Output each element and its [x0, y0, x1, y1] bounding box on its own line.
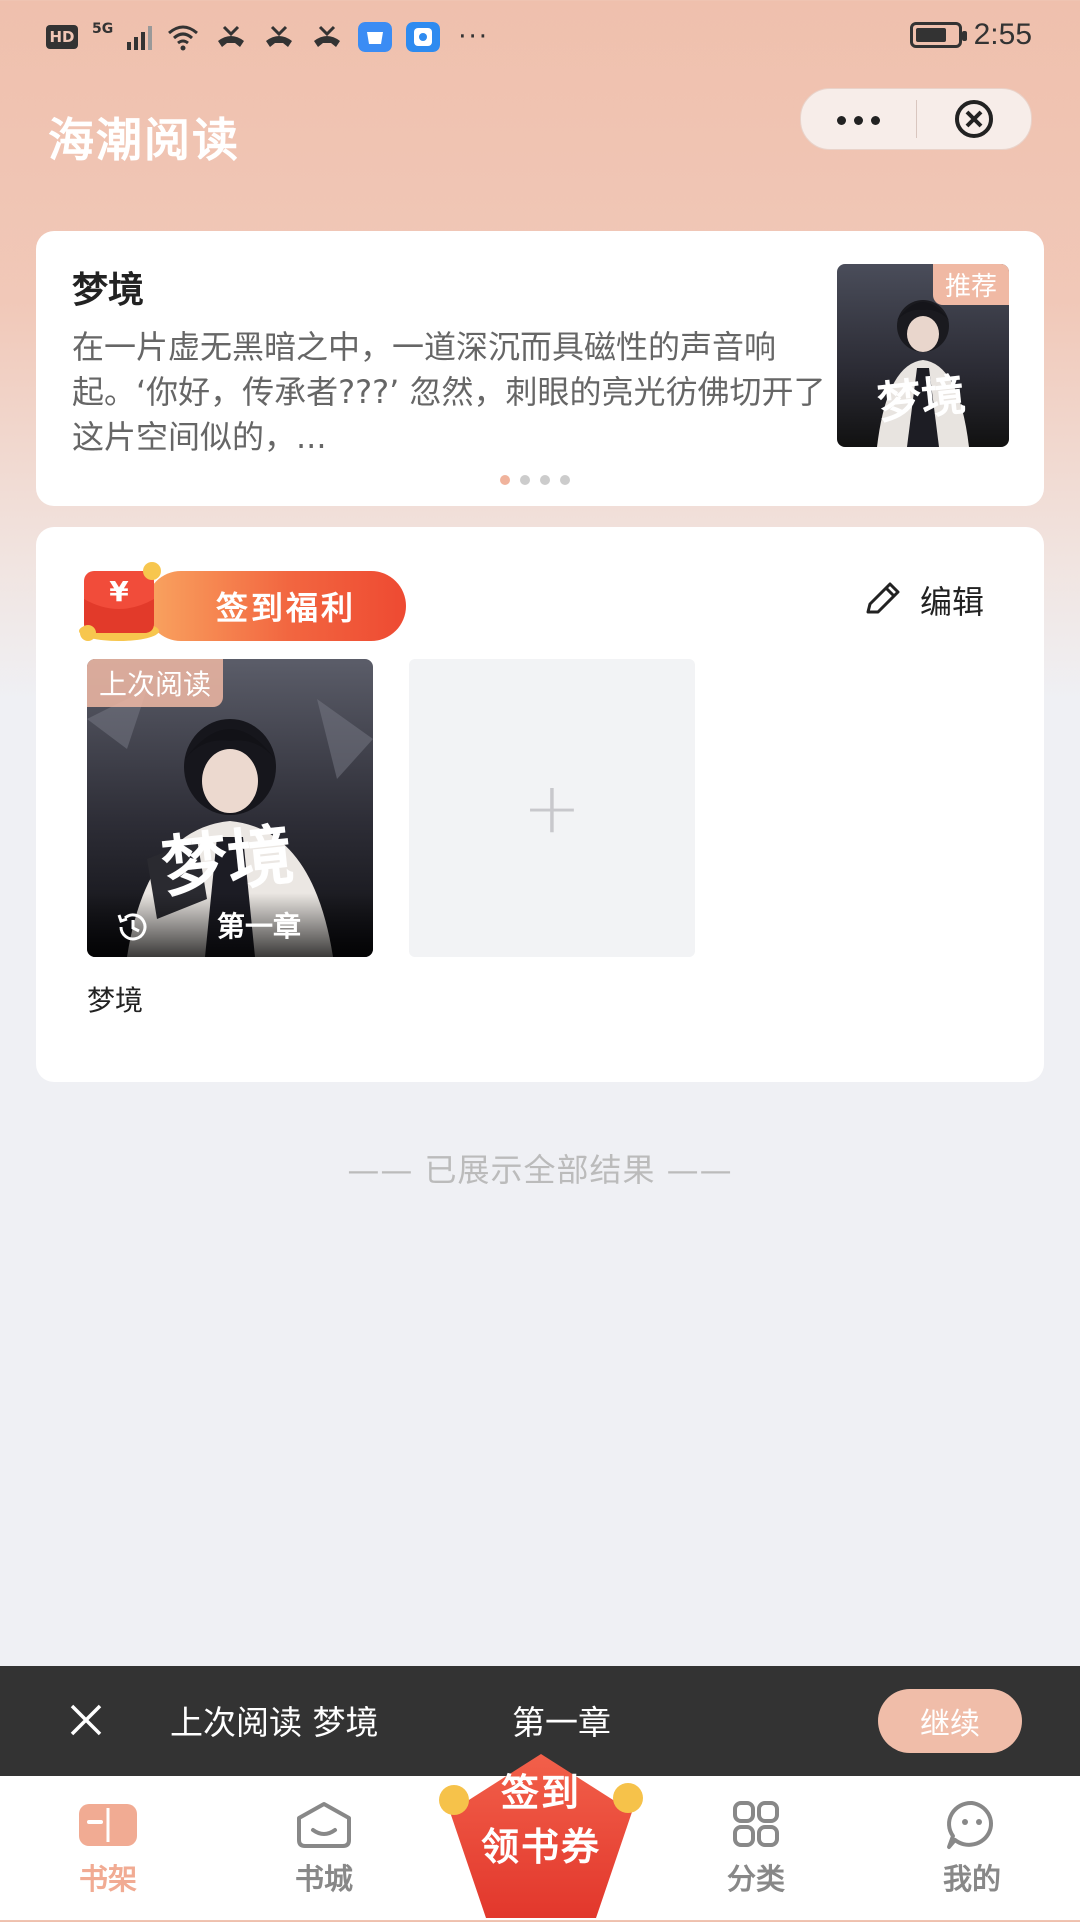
bookshelf-card: ¥ 签到福利 编辑 梦境 上次阅读 第一章 梦境 + — [36, 527, 1044, 1082]
tab-label: 分类 — [726, 1862, 785, 1896]
bookshelf-icon — [79, 1804, 137, 1846]
plus-icon: + — [522, 767, 582, 849]
signal-strength-icon — [127, 24, 153, 50]
tab-profile[interactable]: 我的 — [912, 1800, 1032, 1898]
recommend-title: 梦境 — [72, 270, 145, 311]
add-book-button[interactable]: + — [409, 659, 695, 957]
category-grid-icon — [733, 1801, 779, 1847]
status-icons-left: HD 5G ··· — [46, 21, 490, 52]
signin-welfare-button[interactable]: ¥ 签到福利 — [76, 561, 406, 641]
red-envelope-icon: ¥ — [79, 562, 161, 641]
recommend-badge: 推荐 — [932, 264, 1009, 305]
app-store-icon — [358, 22, 393, 52]
tab-label: 书架 — [78, 1862, 137, 1896]
missed-call-icon — [266, 25, 293, 47]
recommend-card[interactable]: 梦境 在一片虚无黑暗之中，一道深沉而具磁性的声音响起。‘你好，传承者???’ 忽… — [36, 231, 1044, 506]
app-title: 海潮阅读 — [48, 113, 240, 167]
tab-label: 书城 — [294, 1862, 353, 1896]
mini-program-capsule — [800, 88, 1032, 150]
continue-reading-chapter: 第一章 — [512, 1703, 611, 1742]
more-notifications-icon: ··· — [458, 22, 490, 52]
status-bar: HD 5G ··· 2:55 — [0, 0, 1080, 80]
continue-reading-title: 上次阅读 梦境 — [170, 1703, 379, 1742]
more-dots-icon — [833, 110, 884, 129]
close-circle-icon — [954, 100, 993, 138]
chapter-overlay: 第一章 — [87, 893, 373, 957]
promo-line-2: 领书券 — [480, 1825, 601, 1869]
pencil-icon — [866, 582, 900, 614]
signin-coupon-promo[interactable]: 签到 领书券 — [436, 1752, 646, 1922]
pager-dot — [560, 475, 570, 485]
recommend-description: 在一片虚无黑暗之中，一道深沉而具磁性的声音响起。‘你好，传承者???’ 忽然，刺… — [72, 328, 826, 456]
book-item[interactable]: 梦境 上次阅读 第一章 — [87, 659, 373, 957]
carousel-pager — [500, 475, 570, 485]
network-type: 5G — [92, 21, 114, 37]
security-app-icon — [406, 22, 441, 52]
profile-face-icon — [947, 1800, 993, 1849]
book-title[interactable]: 梦境 — [87, 979, 143, 1019]
missed-call-icon — [314, 25, 341, 47]
continue-button[interactable]: 继续 — [878, 1689, 1022, 1753]
more-button[interactable] — [801, 89, 916, 149]
signin-label: 签到福利 — [216, 589, 357, 627]
bookstore-icon — [297, 1802, 351, 1848]
chapter-label: 第一章 — [217, 910, 302, 943]
tab-bookstore[interactable]: 书城 — [264, 1800, 384, 1898]
recommend-cover[interactable]: 梦境 推荐 — [837, 264, 1009, 447]
battery-icon — [909, 22, 967, 48]
tab-label: 我的 — [942, 1862, 1001, 1896]
clock: 2:55 — [973, 18, 1032, 51]
last-read-badge: 上次阅读 — [87, 659, 224, 707]
history-clock-icon — [117, 913, 147, 941]
wifi-icon — [168, 25, 199, 51]
missed-call-icon — [218, 25, 245, 47]
promo-line-1: 签到 — [500, 1771, 581, 1815]
tab-bookshelf[interactable]: 书架 — [48, 1800, 168, 1898]
svg-text:梦境: 梦境 — [875, 370, 968, 430]
end-of-results-text: —— 已展示全部结果 —— — [347, 1151, 733, 1189]
close-button[interactable] — [917, 89, 1032, 149]
edit-button[interactable]: 编辑 — [862, 577, 984, 623]
edit-label: 编辑 — [920, 583, 985, 621]
close-icon[interactable] — [66, 1700, 106, 1740]
tab-category[interactable]: 分类 — [696, 1800, 816, 1898]
pager-dot — [520, 475, 530, 485]
svg-text:¥: ¥ — [109, 575, 129, 608]
status-icons-right: 2:55 — [909, 18, 1032, 52]
pager-dot — [500, 475, 510, 485]
pager-dot — [540, 475, 550, 485]
hd-badge: HD — [46, 25, 78, 49]
